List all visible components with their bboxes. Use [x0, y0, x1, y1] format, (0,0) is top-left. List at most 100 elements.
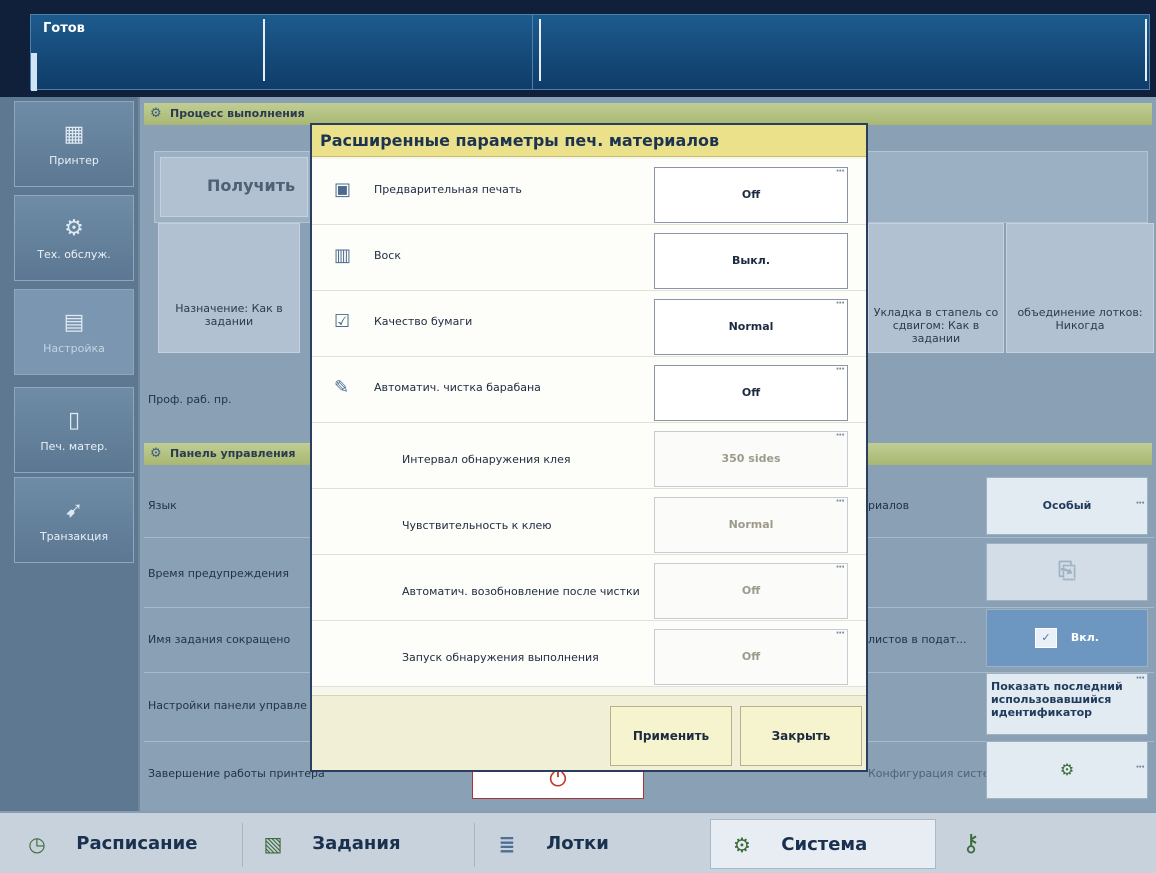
dialog-title: Расширенные параметры печ. материалов: [312, 125, 866, 157]
drum-clean-icon: ✎: [334, 377, 350, 398]
tab-system-label: Система: [781, 834, 868, 855]
status-divider-right: [1145, 19, 1147, 81]
tab-jobs[interactable]: ▧ Задания: [258, 819, 401, 869]
glue-interval-label: Интервал обнаружения клея: [402, 453, 571, 466]
nav-maintenance-label: Тех. обслуж.: [37, 248, 111, 261]
dialog-footer: Применить Закрыть: [312, 695, 866, 770]
tile-tray[interactable]: объединение лотков: Никогда: [1006, 223, 1154, 353]
checkbox-icon: ✓: [1035, 628, 1058, 648]
toggle-on-button[interactable]: ✓ Вкл.: [986, 609, 1148, 667]
nav-settings[interactable]: ▤ Настройка: [14, 289, 134, 375]
tab-trays-label: Лотки: [546, 833, 609, 854]
more-icon: ···: [835, 166, 845, 177]
tab-schedule[interactable]: ◷ Расписание: [22, 819, 197, 869]
copy-button[interactable]: ⎘: [986, 543, 1148, 601]
paper-quality-value: Normal: [728, 320, 774, 333]
left-navigation: ▦ Принтер ⚙ Тех. обслуж. ▤ Настройка ▯ П…: [0, 97, 138, 811]
wax-icon: ▥: [334, 245, 352, 266]
wax-label: Воск: [374, 249, 401, 262]
tab-schedule-label: Расписание: [76, 833, 198, 854]
nav-transaction[interactable]: ➹ Транзакция: [14, 477, 134, 563]
drum-clean-value-button[interactable]: ··· Off: [654, 364, 848, 421]
copy-icon: ⎘: [1058, 559, 1076, 584]
preprint-value-button[interactable]: ··· Off: [654, 166, 848, 223]
nav-printer[interactable]: ▦ Принтер: [14, 101, 134, 187]
nav-media-label: Печ. матер.: [40, 440, 108, 453]
wax-value: Выкл.: [731, 254, 771, 267]
drum-clean-value: Off: [741, 386, 761, 399]
nav-settings-label: Настройка: [43, 342, 105, 355]
paper-quality-icon: ☑: [334, 311, 351, 332]
gears-icon: ⚙: [733, 833, 751, 857]
preprint-icon: ▣: [334, 179, 352, 200]
row-paper-quality: ☑ Качество бумаги ··· Normal: [312, 291, 866, 357]
special-button[interactable]: ··· Особый: [986, 477, 1148, 535]
row-language: Язык: [148, 499, 177, 512]
row-warning-time: Время предупреждения: [148, 567, 289, 580]
auto-resume-label: Автоматич. возобновление после чистки: [402, 585, 640, 598]
status-label: Готов: [43, 21, 85, 36]
tab-trays[interactable]: ≣ Лотки: [492, 819, 609, 869]
last-id-label: Показать последний использовавшийся иден…: [991, 680, 1123, 719]
receive-button[interactable]: Получить: [160, 157, 308, 217]
nav-printer-label: Принтер: [49, 154, 99, 167]
more-icon: ···: [1135, 762, 1145, 773]
detection-start-value: Off: [741, 650, 761, 663]
tab-separator: [242, 823, 243, 867]
tab-system[interactable]: ⚙ Система: [710, 819, 936, 869]
more-icon: ···: [835, 430, 845, 441]
right-label-sheets: листов в подат...: [868, 633, 967, 646]
tile-tray-label: объединение лотков: Никогда: [1017, 306, 1143, 332]
receive-label: Получить: [207, 176, 296, 195]
config-button[interactable]: ··· ⚙: [986, 741, 1148, 799]
nav-media[interactable]: ▯ Печ. матер.: [14, 387, 134, 473]
maintenance-icon: ⚙: [64, 216, 84, 241]
tab-jobs-label: Задания: [312, 833, 401, 854]
more-icon: ···: [835, 298, 845, 309]
bottom-tab-bar: ◷ Расписание ▧ Задания ≣ Лотки ⚙ Система…: [0, 811, 1156, 873]
gears-icon: ⚙: [150, 106, 162, 121]
glue-interval-value: 350 sides: [721, 452, 781, 465]
preprint-label: Предварительная печать: [374, 183, 522, 196]
tray-icon: ≣: [498, 832, 516, 856]
row-panel-settings: Настройки панели управле: [148, 699, 307, 712]
status-divider: [263, 19, 265, 81]
row-preprint: ▣ Предварительная печать ··· Off: [312, 159, 866, 225]
detection-start-value-button[interactable]: ··· Off: [654, 628, 848, 685]
paper-quality-value-button[interactable]: ··· Normal: [654, 298, 848, 355]
row-shutdown: Завершение работы принтера: [148, 767, 325, 780]
toggle-on-label: Вкл.: [1070, 631, 1099, 644]
row-wax: ▥ Воск Выкл.: [312, 225, 866, 291]
tab-separator: [474, 823, 475, 867]
close-button[interactable]: Закрыть: [740, 706, 862, 766]
wax-value-button[interactable]: Выкл.: [654, 233, 848, 289]
tile-assign[interactable]: Назначение: Как в задании: [158, 223, 300, 353]
auto-resume-value-button[interactable]: ··· Off: [654, 562, 848, 619]
status-panel-secondary: [532, 14, 1150, 90]
glue-sensitivity-label: Чувствительность к клею: [402, 519, 552, 532]
status-bar: Готов: [0, 0, 1156, 97]
user-key-icon[interactable]: ⚷: [954, 823, 988, 863]
row-drum-clean: ✎ Автоматич. чистка барабана ··· Off: [312, 357, 866, 423]
row-detection-start: Запуск обнаружения выполнения ··· Off: [312, 621, 866, 687]
more-icon: ···: [835, 496, 845, 507]
transaction-icon: ➹: [64, 498, 84, 523]
glue-interval-value-button[interactable]: ··· 350 sides: [654, 430, 848, 487]
drum-clean-label: Автоматич. чистка барабана: [374, 381, 541, 394]
gear-icon: ⚙: [1059, 760, 1075, 779]
workflow-header-text: Процесс выполнения: [170, 107, 305, 120]
last-id-button[interactable]: ··· Показать последний использовавшийся …: [986, 673, 1148, 735]
more-icon: ···: [835, 562, 845, 573]
preprint-value: Off: [741, 188, 761, 201]
status-divider-left: [539, 19, 541, 81]
apply-button[interactable]: Применить: [610, 706, 732, 766]
tile-stack-label: Укладка в стапель со сдвигом: Как в зада…: [873, 306, 999, 345]
nav-maintenance[interactable]: ⚙ Тех. обслуж.: [14, 195, 134, 281]
row-auto-resume: Автоматич. возобновление после чистки ··…: [312, 555, 866, 621]
auto-resume-value: Off: [741, 584, 761, 597]
tile-stack[interactable]: Укладка в стапель со сдвигом: Как в зада…: [868, 223, 1004, 353]
glue-sensitivity-value-button[interactable]: ··· Normal: [654, 496, 848, 553]
row-job-name: Имя задания сокращено: [148, 633, 291, 646]
more-icon: ···: [835, 628, 845, 639]
clock-icon: ◷: [28, 832, 46, 856]
